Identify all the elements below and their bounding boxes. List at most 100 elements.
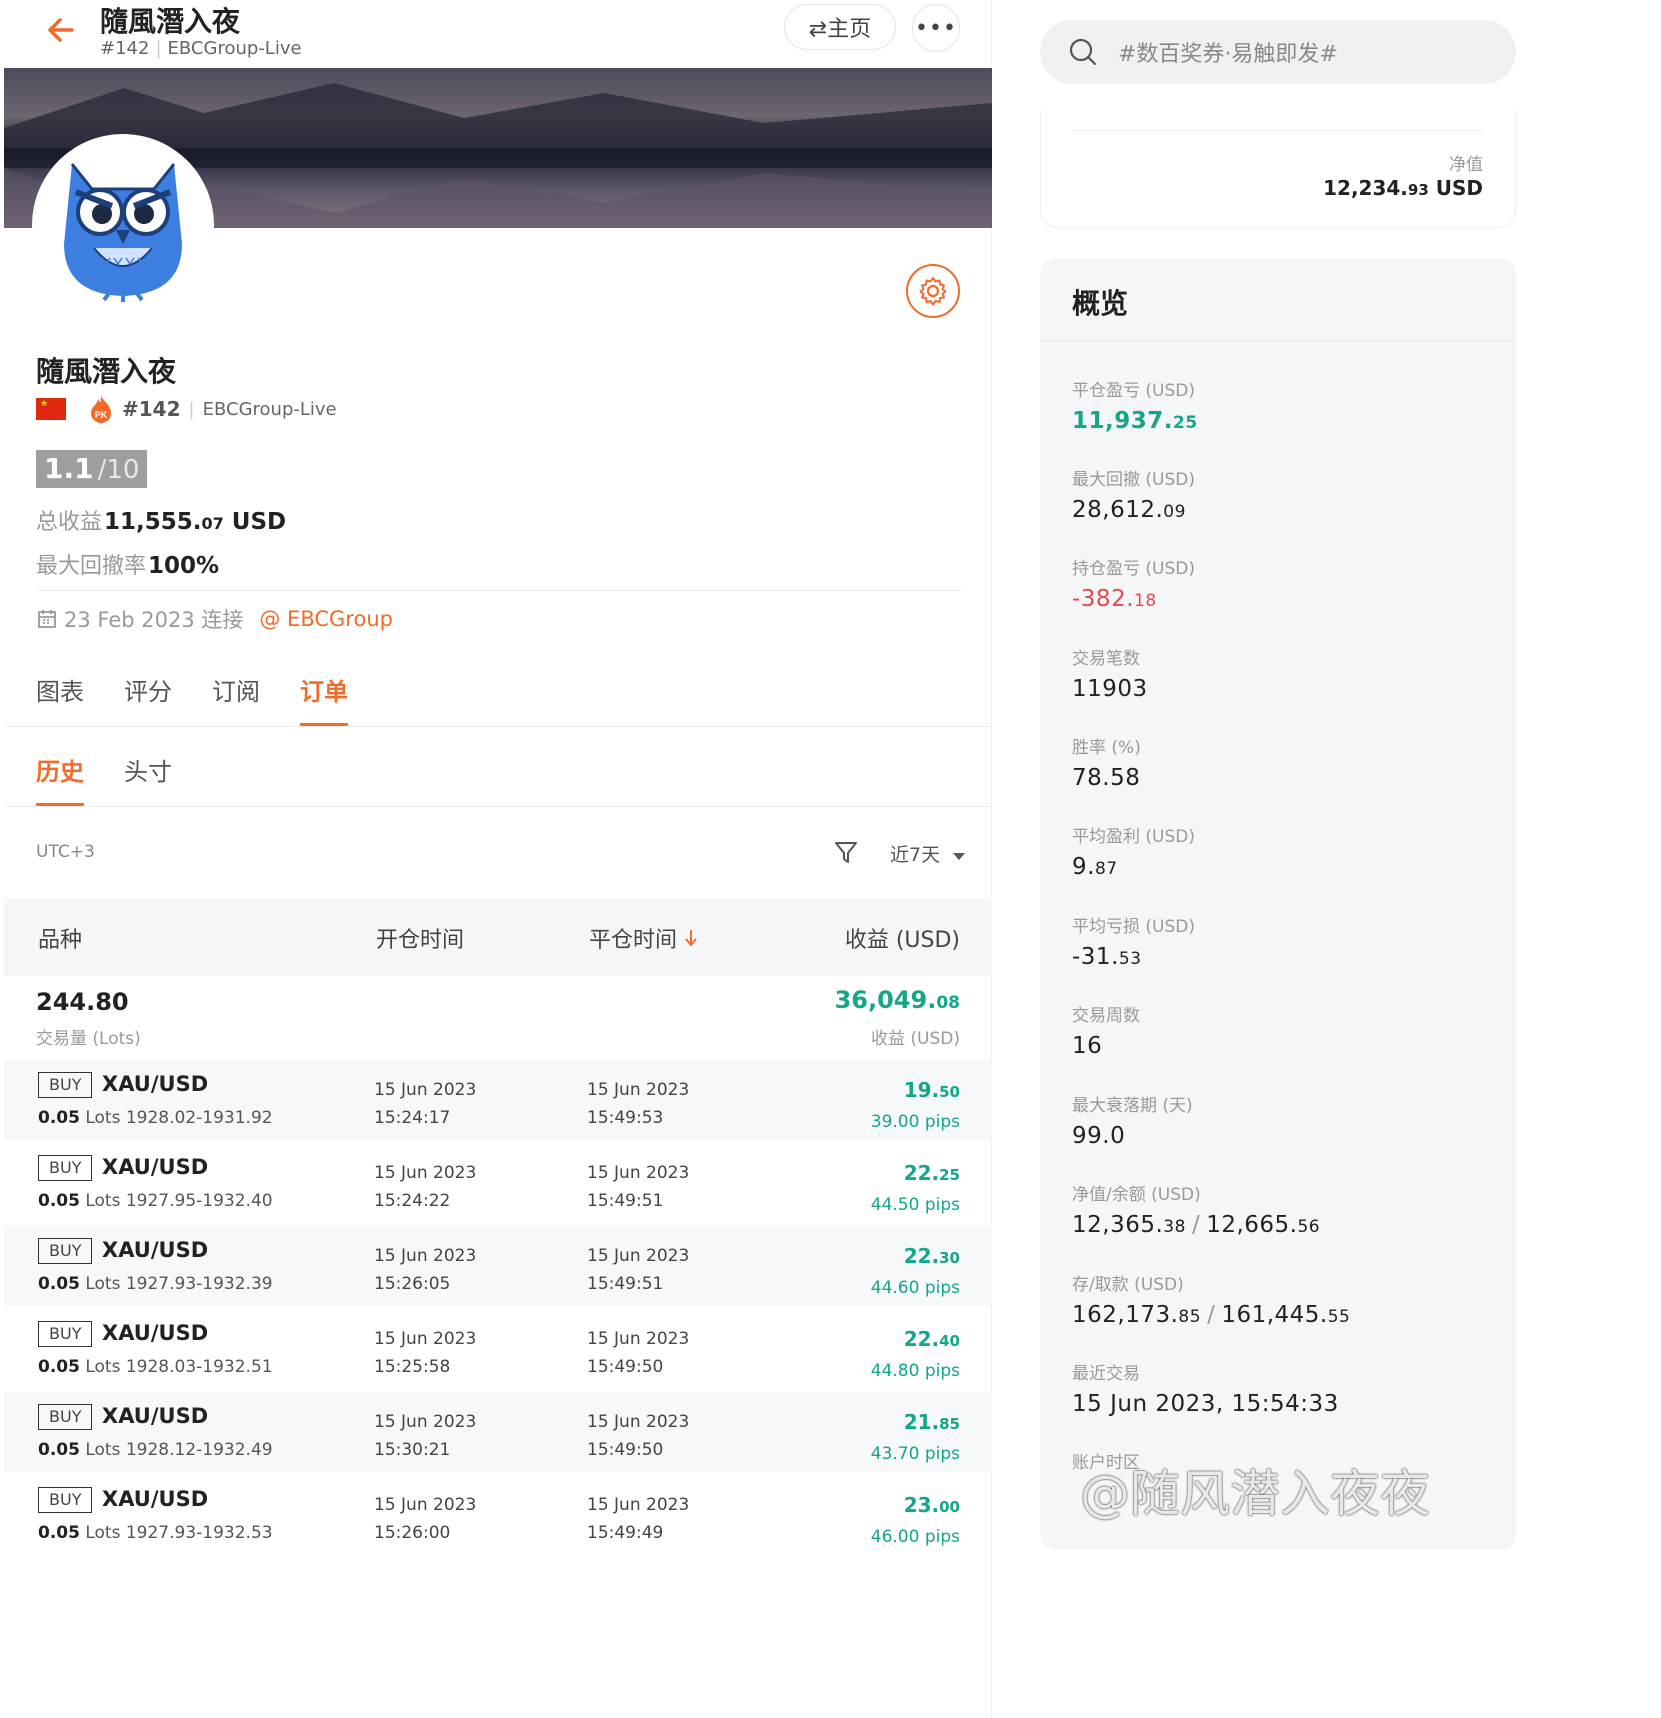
- close-time: 15 Jun 2023 15:49:51: [587, 1242, 689, 1298]
- timezone-label: UTC+3: [36, 842, 95, 862]
- col-close-time[interactable]: 平仓时间: [589, 922, 698, 954]
- price-range: 1928.12-1932.49: [125, 1440, 273, 1460]
- order-row[interactable]: BUY XAU/USD 0.05 Lots 1927.93-1932.53 15 Ju…: [4, 1475, 992, 1555]
- price-range: 1927.93-1932.53: [125, 1523, 273, 1543]
- close-clock: 15:49:53: [587, 1108, 664, 1128]
- close-date: 15 Jun 2023: [587, 1080, 690, 1100]
- avg-profit: 平均盈利 (USD) 9.87: [1072, 822, 1195, 880]
- max-slump-value: 99.0: [1072, 1123, 1126, 1149]
- search-bar[interactable]: #数百奖券·易触即发#: [1040, 20, 1516, 84]
- col-profit[interactable]: 收益 (USD): [845, 922, 960, 954]
- order-row[interactable]: BUY XAU/USD 0.05 Lots 1928.12-1932.49 15 Ju…: [4, 1392, 992, 1472]
- lots-value: 0.05: [38, 1274, 80, 1294]
- open-time: 15 Jun 2023 15:26:05: [374, 1242, 476, 1298]
- trading-weeks-label: 交易周数: [1072, 1006, 1140, 1026]
- tab-rating[interactable]: 评分: [124, 672, 172, 726]
- max-dd-value: 100%: [148, 553, 220, 579]
- open-date: 15 Jun 2023: [374, 1080, 477, 1100]
- svg-text:PK: PK: [95, 410, 108, 420]
- open-date: 15 Jun 2023: [374, 1412, 477, 1432]
- close-date: 15 Jun 2023: [587, 1246, 690, 1266]
- order-row[interactable]: BUY XAU/USD 0.05 Lots 1928.03-1932.51 15 Ju…: [4, 1309, 992, 1389]
- close-clock: 15:49:51: [587, 1274, 664, 1294]
- calendar-icon: [38, 610, 56, 628]
- gear-icon: [919, 277, 947, 306]
- range-dropdown[interactable]: 近7天: [890, 840, 966, 867]
- open-clock: 15:24:22: [374, 1191, 451, 1211]
- order-pips: 44.80 pips: [870, 1361, 960, 1381]
- order-profit-dec: 30: [939, 1249, 960, 1267]
- tab-chart[interactable]: 图表: [36, 672, 84, 726]
- avg-loss-int: -31.: [1072, 944, 1119, 970]
- net-value: 12,234.93 USD: [1323, 176, 1483, 200]
- equity-int: 12,365.: [1072, 1212, 1164, 1238]
- open-clock: 15:26:00: [374, 1523, 451, 1543]
- open-pl-int: -382.: [1072, 586, 1135, 612]
- order-row[interactable]: BUY XAU/USD 0.05 Lots 1927.93-1932.39 15 Ju…: [4, 1226, 992, 1306]
- open-pl-label: 持仓盈亏 (USD): [1072, 559, 1195, 579]
- avg-profit-dec: 87: [1094, 859, 1118, 879]
- net-value-unit: USD: [1428, 176, 1483, 200]
- order-profit-int: 22.: [903, 1161, 940, 1185]
- max-drawdown: 最大回撤 (USD) 28,612.09: [1072, 465, 1195, 523]
- table-header: 品种 开仓时间 平仓时间 收益 (USD): [4, 898, 992, 976]
- score-value: 1.1: [44, 452, 94, 485]
- equity-balance-label: 净值/余额 (USD): [1072, 1185, 1201, 1205]
- avatar[interactable]: [32, 134, 214, 316]
- avg-loss-dec: 53: [1118, 949, 1142, 969]
- close-time: 15 Jun 2023 15:49:50: [587, 1408, 689, 1464]
- arrow-left-icon: [48, 18, 74, 42]
- broker-link[interactable]: @ EBCGroup: [259, 607, 393, 631]
- deposit-dec: 85: [1178, 1307, 1202, 1327]
- sub-tabs: 历史 头寸: [36, 752, 172, 806]
- order-profit: 22.25: [904, 1161, 960, 1185]
- max-drawdown-dec: 09: [1163, 502, 1186, 522]
- order-row[interactable]: BUY XAU/USD 0.05 Lots 1928.02-1931.92 15 Ju…: [4, 1060, 992, 1140]
- settings-button[interactable]: [906, 264, 960, 318]
- caret-down-icon: [953, 853, 966, 860]
- subtab-positions[interactable]: 头寸: [124, 752, 172, 806]
- deposit-withdraw: 存/取款 (USD) 162,173.85/161,445.55: [1072, 1270, 1350, 1328]
- close-clock: 15:49:50: [587, 1440, 664, 1460]
- last-trade-label: 最近交易: [1072, 1364, 1140, 1384]
- tab-subscribe[interactable]: 订阅: [212, 672, 260, 726]
- order-row[interactable]: BUY XAU/USD 0.05 Lots 1927.95-1932.40 15 Ju…: [4, 1143, 992, 1223]
- summary-row: 244.80 交易量 (Lots) 36,049.08 收益 (USD): [4, 976, 992, 1060]
- col-symbol[interactable]: 品种: [38, 922, 82, 954]
- order-symbol: XAU/USD: [102, 1404, 209, 1428]
- max-drawdown-rate: 最大回撤率100%: [36, 548, 219, 580]
- lots-value: 0.05: [38, 1191, 80, 1211]
- price-range: 1927.95-1932.40: [125, 1191, 273, 1211]
- order-profit-int: 22.: [903, 1327, 940, 1351]
- order-pips: 46.00 pips: [870, 1527, 960, 1547]
- header-broker: EBCGroup-Live: [167, 38, 302, 59]
- subtab-history[interactable]: 历史: [36, 752, 84, 806]
- closed-pl-dec: 25: [1173, 413, 1198, 433]
- col-open-time[interactable]: 开仓时间: [376, 922, 464, 954]
- order-lots: 0.05 Lots 1928.02-1931.92: [38, 1108, 273, 1128]
- filter-button[interactable]: [832, 838, 860, 866]
- avg-loss-value: -31.53: [1072, 944, 1195, 970]
- avg-loss: 平均亏损 (USD) -31.53: [1072, 912, 1195, 970]
- equity-balance-value: 12,365.38/12,665.56: [1072, 1212, 1321, 1238]
- open-clock: 15:26:05: [374, 1274, 451, 1294]
- header-rank: #142: [100, 38, 150, 59]
- side-badge: BUY: [38, 1321, 93, 1347]
- home-button[interactable]: ⇄主页: [784, 4, 896, 50]
- lots-unit: Lots: [79, 1108, 126, 1128]
- header-title: 隨風潛入夜: [100, 5, 241, 38]
- avg-profit-int: 9.: [1072, 854, 1095, 880]
- close-clock: 15:49:49: [587, 1523, 664, 1543]
- order-profit-dec: 40: [939, 1332, 960, 1350]
- tab-orders[interactable]: 订单: [300, 672, 348, 726]
- trading-weeks-value: 16: [1072, 1033, 1103, 1059]
- order-profit-dec: 00: [939, 1498, 960, 1516]
- more-button[interactable]: •••: [912, 4, 960, 52]
- closed-pl-int: 11,937.: [1072, 408, 1173, 434]
- net-value-int: 12,234.: [1323, 176, 1408, 200]
- side-badge: BUY: [38, 1238, 93, 1264]
- connected-date: 23 Feb 2023 连接: [64, 608, 244, 632]
- total-profit-sum-label: 收益 (USD): [871, 1029, 960, 1049]
- total-lots-label: 交易量 (Lots): [36, 1029, 141, 1049]
- back-button[interactable]: [42, 10, 82, 50]
